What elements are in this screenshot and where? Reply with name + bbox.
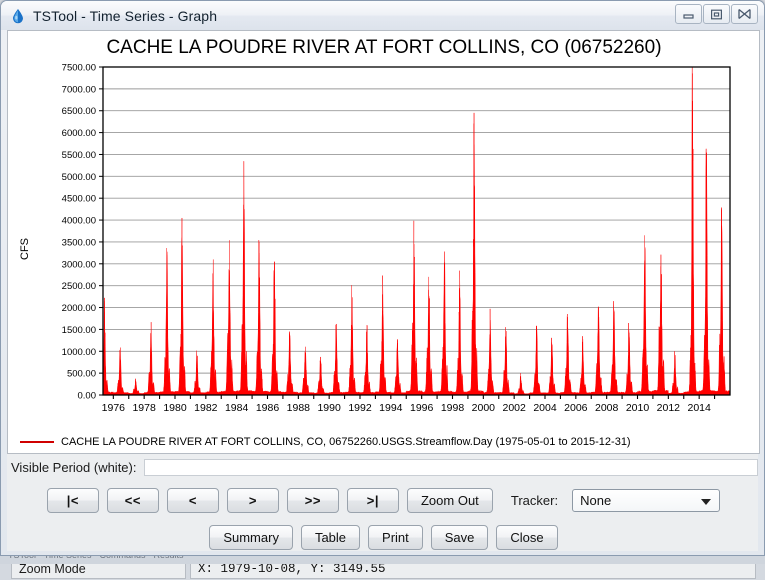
x-tick-label: 1998 (441, 402, 465, 414)
action-toolbar: Summary Table Print Save Close (7, 524, 760, 551)
print-button[interactable]: Print (368, 525, 423, 550)
zoom-out-button[interactable]: Zoom Out (407, 488, 493, 513)
y-tick-label: 4500.00 (62, 194, 96, 205)
x-tick-label: 2002 (502, 402, 526, 414)
save-button[interactable]: Save (431, 525, 489, 550)
navigation-toolbar: |< << < > >> >| Zoom Out Tracker: None (7, 487, 760, 514)
x-tick-label: 1988 (287, 402, 311, 414)
window-title: TSTool - Time Series - Graph (33, 8, 217, 24)
y-tick-label: 5000.00 (62, 172, 96, 183)
visible-period-field[interactable] (144, 459, 758, 476)
x-tick-label: 2000 (472, 402, 496, 414)
nav-step-back-button[interactable]: < (167, 488, 219, 513)
x-tick-label: 2014 (687, 402, 711, 414)
y-tick-label: 500.00 (67, 369, 96, 380)
maximize-button[interactable] (703, 4, 730, 24)
y-tick-label: 7000.00 (62, 84, 96, 95)
timeseries-plot[interactable]: CACHE LA POUDRE RIVER AT FORT COLLINS, C… (8, 31, 761, 431)
x-tick-label: 1978 (132, 402, 156, 414)
table-button[interactable]: Table (301, 525, 360, 550)
nav-page-forward-button[interactable]: >> (287, 488, 339, 513)
y-tick-label: 3500.00 (62, 237, 96, 248)
y-tick-label: 2000.00 (62, 303, 96, 314)
nav-first-button[interactable]: |< (47, 488, 99, 513)
client-area: CACHE LA POUDRE RIVER AT FORT COLLINS, C… (7, 30, 758, 551)
chart-title: CACHE LA POUDRE RIVER AT FORT COLLINS, C… (106, 37, 661, 58)
chart-legend: CACHE LA POUDRE RIVER AT FORT COLLINS, C… (7, 430, 760, 454)
y-tick-label: 1000.00 (62, 347, 96, 358)
x-tick-label: 1990 (317, 402, 341, 414)
background-window-title: TSTool - Time Series - Commands - Result… (8, 556, 748, 562)
y-tick-label: 6000.00 (62, 128, 96, 139)
visible-period-label: Visible Period (white): (11, 460, 136, 475)
window-controls (675, 4, 758, 24)
legend-color-swatch (20, 441, 54, 443)
x-tick-label: 1992 (348, 402, 372, 414)
y-tick-label: 0.00 (78, 391, 97, 402)
streamflow-series (103, 67, 730, 395)
chevron-down-icon (701, 499, 711, 505)
y-tick-label: 2500.00 (62, 281, 96, 292)
close-button-action[interactable]: Close (496, 525, 557, 550)
y-axis-ticks: 0.00 500.00 1000.00 1500.00 2000.00 2500.00 30… (62, 63, 103, 402)
y-tick-label: 6500.00 (62, 106, 96, 117)
x-tick-label: 1980 (163, 402, 187, 414)
y-tick-label: 3000.00 (62, 259, 96, 270)
tracker-value: None (580, 493, 611, 508)
background-window-sliver: TSTool - Time Series - Commands - Result… (0, 556, 765, 564)
plot-frame (103, 67, 730, 395)
tracker-label: Tracker: (511, 493, 558, 508)
title-bar: TSTool - Time Series - Graph (1, 1, 764, 30)
y-axis-label: CFS (19, 238, 31, 260)
x-tick-label: 1986 (256, 402, 280, 414)
x-tick-label: 2008 (595, 402, 619, 414)
visible-period-row: Visible Period (white): (7, 456, 760, 478)
x-tick-label: 1976 (102, 402, 126, 414)
y-tick-label: 1500.00 (62, 325, 96, 336)
x-tick-label: 1982 (194, 402, 218, 414)
water-drop-icon (10, 8, 26, 24)
nav-last-button[interactable]: >| (347, 488, 399, 513)
graph-canvas[interactable]: CACHE LA POUDRE RIVER AT FORT COLLINS, C… (7, 30, 760, 430)
gridlines (103, 89, 730, 373)
nav-page-back-button[interactable]: << (107, 488, 159, 513)
tracker-select[interactable]: None (572, 489, 720, 512)
x-tick-label: 2010 (626, 402, 650, 414)
x-tick-label: 1984 (225, 402, 249, 414)
close-button[interactable] (731, 4, 758, 24)
nav-step-forward-button[interactable]: > (227, 488, 279, 513)
y-tick-label: 4000.00 (62, 216, 96, 227)
x-tick-label: 1996 (410, 402, 434, 414)
tstool-graph-window: TSTool - Time Series - Graph CACHE LA PO… (0, 0, 765, 556)
minimize-button[interactable] (675, 4, 702, 24)
legend-label: CACHE LA POUDRE RIVER AT FORT COLLINS, C… (61, 436, 631, 448)
x-axis-ticks: 1976 1978 1980 1982 1984 1986 1988 1990 1992 1994… (102, 395, 715, 414)
x-tick-label: 2004 (533, 402, 557, 414)
x-tick-label: 2012 (657, 402, 681, 414)
x-tick-label: 2006 (564, 402, 588, 414)
y-tick-label: 7500.00 (62, 63, 96, 74)
y-tick-label: 5500.00 (62, 150, 96, 161)
x-tick-label: 1994 (379, 402, 403, 414)
summary-button[interactable]: Summary (209, 525, 293, 550)
